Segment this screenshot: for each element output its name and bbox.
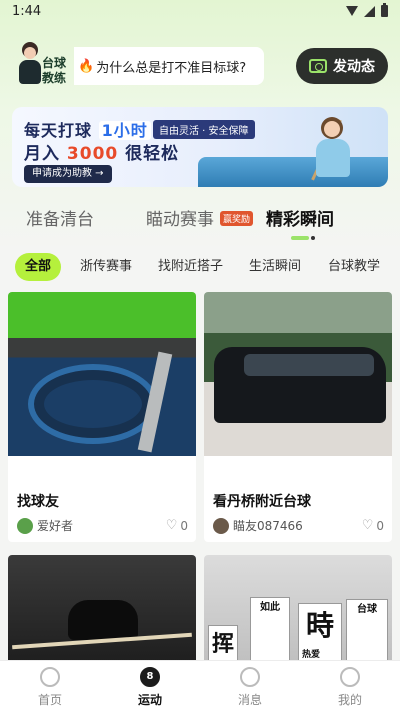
post-image [204,292,392,456]
reward-badge: 赢奖励 [220,211,254,226]
post-update-label: 发动态 [333,59,375,75]
recruit-banner[interactable]: 每天打球 1小时 自由灵活 · 安全保障 月入 3000 很轻松 申请成为助教 … [12,107,388,187]
status-bar: 1:44 [0,0,400,24]
camera-icon [309,59,327,73]
assistant-illustration [316,139,350,177]
chip-life-moments[interactable]: 生活瞬间 [249,253,301,281]
like-count: 0 [376,518,384,533]
status-time: 1:44 [12,4,42,19]
calligraphy-panel: 如此 [250,597,290,665]
coach-question-text: 为什么总是打不准目标球? [96,60,247,76]
banner-line2: 月入 3000 很轻松 [24,144,180,164]
post-card[interactable]: 挥 如此 時 台球 热爱 [204,555,392,665]
main-tabs: 准备清台 瞄动赛事 赢奖励 精彩瞬间 [0,205,400,239]
chip-zhejiang-events[interactable]: 浙传赛事 [80,253,132,281]
signal-icon [364,5,375,17]
chip-billiards-teaching[interactable]: 台球教学 [328,253,380,281]
heart-icon: ♡ [165,518,178,533]
pool-table-illustration [198,157,388,187]
eight-ball-icon [140,667,160,687]
chip-all[interactable]: 全部 [15,253,62,281]
heart-icon: ♡ [361,518,374,533]
coach-avatar-block[interactable]: 台球教练 [14,40,74,90]
calligraphy-panel: 挥 [208,625,238,665]
message-icon [240,667,260,687]
category-chips: 全部 浙传赛事 找附近搭子 生活瞬间 台球教学 [0,253,400,281]
nav-profile-label: 我的 [337,693,362,707]
coach-label: 台球教练 [42,56,67,85]
apply-assistant-button[interactable]: 申请成为助教 → [24,165,112,183]
author-name: 爱好者 [37,519,74,533]
author-name: 瞄友087466 [233,519,303,533]
post-card[interactable]: 找球友 爱好者 ♡ 0 [8,292,196,542]
avatar [213,517,229,534]
nav-home[interactable]: 首页 [0,661,100,712]
coach-avatar [16,42,44,86]
post-image [8,292,196,456]
nav-sports-label: 运动 [137,693,162,707]
coach-question-bubble[interactable]: 🔥 为什么总是打不准目标球? [74,47,264,85]
banner-line1: 每天打球 1小时 [24,117,151,141]
nav-home-label: 首页 [37,693,62,707]
active-tab-indicator [291,236,315,240]
post-card[interactable]: 看丹桥附近台球 瞄友087466 ♡ 0 [204,292,392,542]
like-button[interactable]: ♡ 0 [362,518,384,533]
chip-nearby-partner[interactable]: 找附近搭子 [158,253,223,281]
post-title: 看丹桥附近台球 [213,494,311,510]
avatar [17,517,33,534]
post-update-button[interactable]: 发动态 [296,48,388,84]
tab-events[interactable]: 瞄动赛事 [146,205,214,230]
banner-tag: 自由灵活 · 安全保障 [153,120,255,139]
like-button[interactable]: ♡ 0 [166,518,188,533]
fire-icon: 🔥 [78,58,95,74]
tab-prepare[interactable]: 准备清台 [26,205,94,230]
post-author[interactable]: 爱好者 [17,517,73,534]
post-card[interactable] [8,555,196,665]
calligraphy-panel: 台球 [346,599,388,665]
tab-highlights[interactable]: 精彩瞬间 [266,205,334,230]
wifi-icon [346,6,358,16]
battery-icon [381,3,388,17]
bottom-navigation: 首页 运动 消息 我的 [0,660,400,712]
post-author[interactable]: 瞄友087466 [213,517,303,534]
profile-icon [340,667,360,687]
post-image: 挥 如此 時 台球 热爱 [204,555,392,665]
post-image [8,555,196,665]
post-title: 找球友 [17,494,59,510]
like-count: 0 [180,518,188,533]
nav-sports[interactable]: 运动 [100,661,200,712]
home-icon [40,667,60,687]
nav-messages-label: 消息 [237,693,262,707]
nav-messages[interactable]: 消息 [200,661,300,712]
nav-profile[interactable]: 我的 [300,661,400,712]
